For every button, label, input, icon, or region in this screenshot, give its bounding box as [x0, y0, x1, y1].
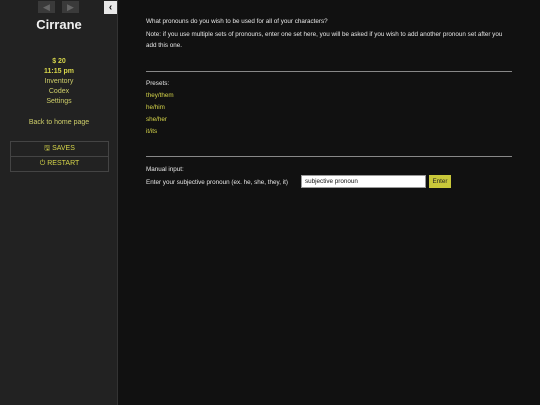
pronoun-question: What pronouns do you wish to be used for…	[146, 18, 328, 25]
saves-button[interactable]: 🖫 SAVES	[11, 142, 108, 156]
floppy-disk-icon: 🖫	[44, 145, 51, 152]
time-display: 11:15 pm	[44, 68, 74, 75]
history-forward-button[interactable]: ▶	[62, 1, 79, 13]
power-icon: ⏻	[39, 160, 46, 167]
arrow-left-icon: ◀	[43, 2, 50, 12]
restart-button[interactable]: ⏻ RESTART	[11, 156, 108, 171]
preset-link-she-her[interactable]: she/her	[146, 116, 167, 123]
manual-input-label: Manual input:	[146, 166, 184, 173]
preset-link-it-its[interactable]: it/its	[146, 128, 157, 135]
sidebar-collapse-button[interactable]: ‹	[104, 1, 117, 14]
codex-link[interactable]: Codex	[0, 88, 118, 95]
sidebar: ◀ ▶ ‹ Cirrane $ 20 11:15 pm Inventory Co…	[0, 0, 118, 405]
divider	[146, 156, 512, 157]
settings-link[interactable]: Settings	[0, 98, 118, 105]
pronoun-note: Note: if you use multiple sets of pronou…	[146, 31, 503, 49]
restart-label: RESTART	[47, 160, 80, 167]
chevron-left-icon: ‹	[108, 2, 113, 13]
back-home-link[interactable]: Back to home page	[0, 119, 118, 126]
enter-button[interactable]: Enter	[429, 175, 451, 188]
story-title: Cirrane	[36, 17, 82, 32]
preset-link-he-him[interactable]: he/him	[146, 104, 165, 111]
story-menu: 🖫 SAVES ⏻ RESTART	[10, 141, 109, 172]
presets-label: Presets:	[146, 80, 170, 87]
money-display: $ 20	[52, 58, 66, 65]
divider	[146, 71, 512, 72]
inventory-link[interactable]: Inventory	[0, 78, 118, 85]
subjective-pronoun-input[interactable]	[301, 175, 426, 188]
pronoun-prompt: Enter your subjective pronoun (ex. he, s…	[146, 179, 288, 186]
arrow-right-icon: ▶	[67, 2, 74, 12]
preset-link-they-them[interactable]: they/them	[146, 92, 174, 99]
history-back-button[interactable]: ◀	[38, 1, 55, 13]
saves-label: SAVES	[52, 145, 75, 152]
